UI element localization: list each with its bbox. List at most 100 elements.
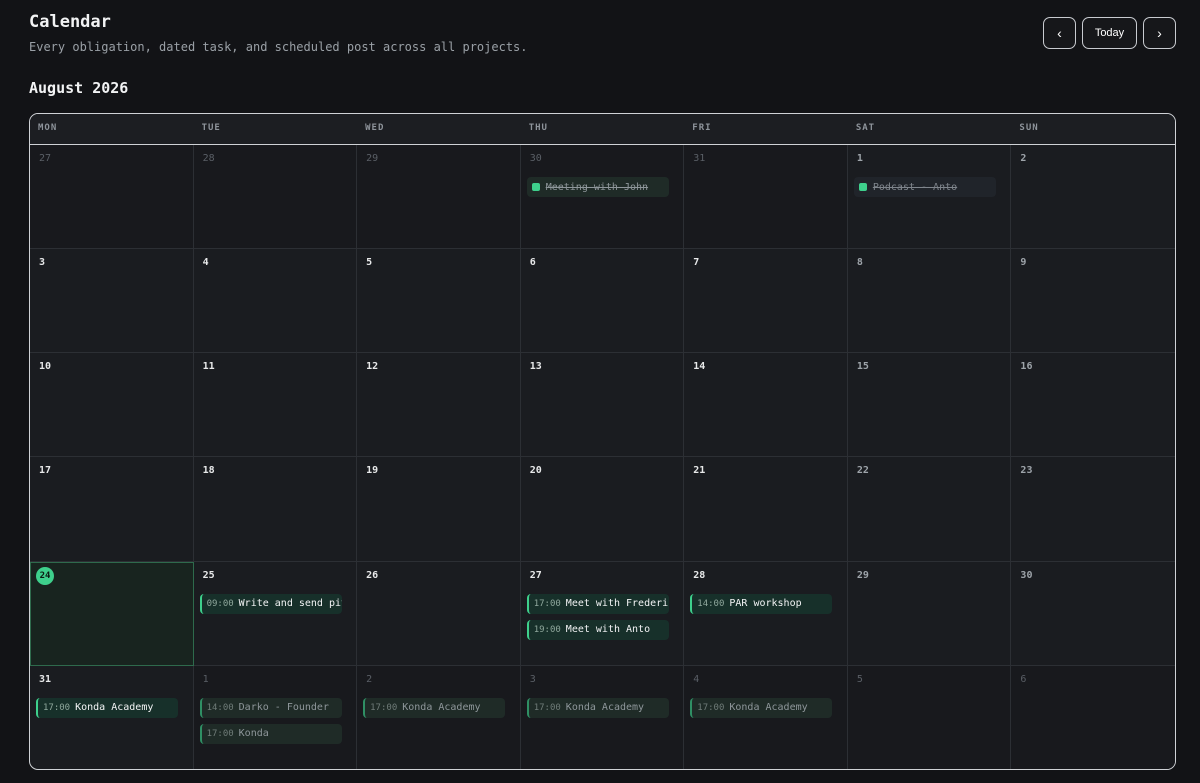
day-cell[interactable]: 14: [684, 353, 848, 458]
day-cell[interactable]: 6: [1011, 665, 1175, 769]
event-chip[interactable]: 17:00 Konda Academy: [526, 697, 669, 718]
day-cell[interactable]: 12: [357, 353, 521, 458]
day-cell[interactable]: 8: [847, 249, 1012, 354]
day-cell[interactable]: 1 Podcast - Anto: [847, 145, 1012, 250]
day-number: 26: [366, 569, 379, 581]
day-cell[interactable]: 27: [30, 145, 194, 250]
day-number: 30: [1020, 569, 1033, 581]
event-chip[interactable]: 19:00 Meet with Anto: [526, 619, 669, 640]
day-cell[interactable]: 22: [847, 457, 1012, 562]
day-cell[interactable]: 30: [1011, 562, 1175, 666]
checkbox-done-icon: [531, 183, 540, 191]
event-title: Podcast - Anto: [872, 181, 958, 193]
day-cell[interactable]: 4 17:00 Konda Academy: [684, 665, 848, 769]
day-cell[interactable]: 25 09:00 Write and send pitch: [193, 561, 358, 666]
today-button[interactable]: Today: [1082, 17, 1137, 49]
day-number: 1: [856, 153, 863, 164]
page-title: Calendar: [29, 12, 111, 32]
day-cell[interactable]: 17: [30, 457, 194, 562]
event-title: Meeting with John: [545, 181, 649, 193]
weekday-label: THU: [528, 123, 548, 133]
day-cell[interactable]: 3 17:00 Konda Academy: [520, 665, 685, 769]
day-cell[interactable]: 1 14:00 Darko - Founder 17:00 Konda: [193, 665, 358, 769]
day-number: 3: [529, 673, 536, 685]
page-header: Calendar Every obligation, dated task, a…: [29, 12, 528, 54]
day-cell[interactable]: 31: [684, 145, 848, 250]
day-cell[interactable]: 23: [1011, 457, 1175, 562]
event-time: 17:00: [370, 702, 398, 713]
day-cell[interactable]: 31 17:00 Konda Academy: [30, 665, 194, 769]
day-cell[interactable]: 15: [847, 353, 1012, 458]
event-chip[interactable]: 14:00 PAR workshop: [690, 593, 833, 614]
day-cell[interactable]: 5: [357, 249, 521, 354]
day-cell[interactable]: 7: [684, 249, 848, 354]
event-chip[interactable]: 14:00 Darko - Founder: [199, 697, 342, 718]
day-cell[interactable]: 28 14:00 PAR workshop: [684, 561, 848, 666]
event-title: Meet with Anto: [565, 624, 651, 636]
day-number: 29: [856, 569, 869, 581]
event-chip[interactable]: 17:00 Konda Academy: [690, 697, 833, 718]
event-title: Konda Academy: [402, 702, 481, 714]
day-cell[interactable]: 13: [520, 353, 685, 458]
day-cell[interactable]: 3: [30, 249, 194, 354]
day-number: 6: [1020, 673, 1027, 685]
day-cell[interactable]: 5: [847, 665, 1012, 769]
completed-event-chip[interactable]: Podcast - Anto: [853, 177, 996, 197]
day-cell[interactable]: 6: [520, 249, 685, 354]
weekday-label: WED: [365, 123, 385, 133]
day-cell[interactable]: 26: [357, 561, 521, 666]
event-time: 14:00: [697, 598, 725, 609]
day-cell[interactable]: 30 Meeting with John: [520, 145, 685, 250]
day-cell[interactable]: 28: [193, 145, 358, 250]
day-number: 13: [529, 361, 542, 373]
day-number: 4: [202, 257, 209, 269]
next-month-button[interactable]: ›: [1143, 17, 1176, 49]
event-time: 17:00: [206, 728, 234, 739]
prev-month-button[interactable]: ‹: [1043, 17, 1076, 49]
chevron-right-icon: ›: [1157, 25, 1162, 41]
day-cell[interactable]: 9: [1011, 249, 1175, 354]
weekday-label: SAT: [855, 123, 876, 133]
event-chip[interactable]: 17:00 Meet with Frederick: [526, 593, 669, 614]
event-title: Meet with Frederick: [565, 598, 669, 610]
day-cell[interactable]: 18: [193, 457, 358, 562]
day-number: 18: [202, 465, 215, 477]
weekday-header: MON TUE WED THU FRI SAT SUN: [30, 114, 1175, 145]
day-grid: 27 28 29 30 Meeting with John 31 1 Podcast - An…: [30, 145, 1175, 769]
day-cell[interactable]: 10: [30, 353, 194, 458]
weekday-label: MON: [38, 123, 58, 133]
day-number: 20: [529, 465, 542, 477]
day-cell-today[interactable]: 24: [30, 561, 194, 666]
day-cell[interactable]: 29: [847, 561, 1012, 666]
day-number: 5: [856, 673, 863, 685]
event-chip[interactable]: 09:00 Write and send pitch: [199, 593, 342, 614]
event-time: 09:00: [206, 598, 234, 609]
day-number: 31: [39, 673, 52, 685]
day-cell[interactable]: 2 17:00 Konda Academy: [357, 665, 521, 769]
completed-event-chip[interactable]: Meeting with John: [526, 177, 669, 197]
day-cell[interactable]: 20: [520, 457, 685, 562]
day-cell[interactable]: 19: [357, 457, 521, 562]
day-cell[interactable]: 16: [1011, 353, 1175, 458]
day-number: 31: [693, 153, 706, 164]
weekday-label: TUE: [201, 123, 221, 133]
day-cell[interactable]: 4: [193, 249, 358, 354]
day-number: 14: [693, 361, 706, 373]
day-number: 22: [856, 465, 869, 477]
day-cell[interactable]: 11: [193, 353, 358, 458]
event-chip[interactable]: 17:00 Konda Academy: [363, 697, 506, 718]
event-time: 17:00: [697, 702, 725, 713]
day-cell[interactable]: 2: [1011, 145, 1175, 250]
day-cell[interactable]: 21: [684, 457, 848, 562]
day-number: 2: [366, 673, 373, 685]
event-time: 19:00: [533, 624, 561, 635]
event-chip[interactable]: 17:00 Konda: [199, 723, 342, 744]
day-number: 19: [366, 465, 379, 477]
event-time: 17:00: [533, 598, 561, 609]
day-number: 11: [202, 361, 215, 373]
month-label: August 2026: [29, 79, 129, 97]
day-cell[interactable]: 29: [357, 145, 521, 250]
event-time: 17:00: [533, 702, 561, 713]
event-chip[interactable]: 17:00 Konda Academy: [36, 697, 178, 718]
day-cell[interactable]: 27 17:00 Meet with Frederick 19:00 Meet with…: [520, 561, 685, 666]
